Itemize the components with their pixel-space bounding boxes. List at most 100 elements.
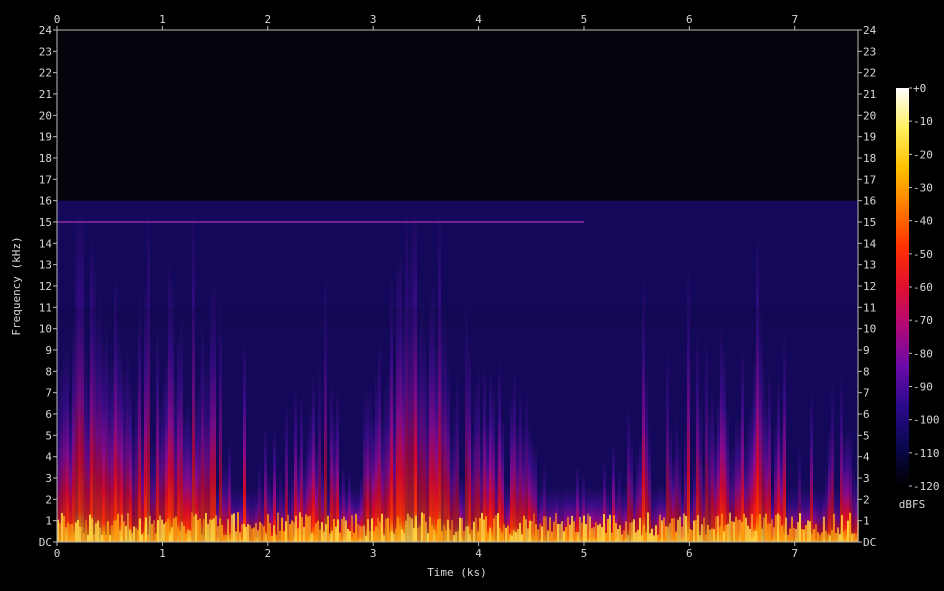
low-band-column [789, 528, 791, 542]
low-band-column [465, 526, 467, 542]
low-band-column [193, 516, 195, 542]
colorbar-tick-label: +0 [913, 82, 926, 95]
low-band-column [773, 527, 775, 542]
y-tick-label-left: 18 [39, 152, 52, 165]
y-tick-label-right: 23 [863, 45, 876, 58]
low-band-column [519, 522, 521, 542]
low-band-column [381, 513, 383, 542]
low-band-column [569, 524, 571, 542]
low-band-column [371, 518, 373, 542]
low-band-column [283, 531, 285, 542]
low-band-column [545, 516, 547, 542]
low-band-column [499, 527, 501, 542]
low-band-column [633, 519, 635, 542]
low-band-column [173, 518, 175, 542]
low-band-column [257, 530, 259, 542]
y-tick-label-left: 20 [39, 109, 52, 122]
low-band-column [67, 522, 69, 542]
low-band-column [591, 528, 593, 542]
low-band-column [613, 515, 615, 542]
y-tick-label-left: 5 [45, 429, 52, 442]
low-band-column [583, 515, 585, 542]
low-band-column [417, 528, 419, 542]
low-band-column [459, 517, 461, 542]
low-band-column [255, 523, 257, 542]
low-band-column [695, 519, 697, 542]
low-band-column [419, 525, 421, 542]
low-band-column [657, 534, 659, 542]
y-tick-label-left: 19 [39, 131, 52, 144]
low-band-column [231, 514, 233, 542]
low-band-column [235, 531, 237, 542]
y-tick-label-left: 15 [39, 216, 52, 229]
low-band-column [491, 534, 493, 542]
x-tick-label-top: 3 [370, 13, 377, 26]
low-band-column [849, 512, 851, 542]
low-band-column [247, 524, 249, 542]
low-band-column [189, 530, 191, 542]
low-band-column [301, 516, 303, 542]
low-band-column [803, 529, 805, 542]
low-band-column [225, 534, 227, 542]
low-band-column [649, 533, 651, 542]
low-band-column [595, 522, 597, 542]
low-band-column [623, 530, 625, 542]
low-band-column [237, 512, 239, 542]
low-band-column [719, 526, 721, 542]
low-band-column [485, 516, 487, 542]
low-band-column [427, 533, 429, 542]
low-band-column [503, 524, 505, 542]
low-band-column [643, 524, 645, 542]
low-band-column [839, 534, 841, 542]
low-band-column [531, 520, 533, 542]
low-band-column [253, 527, 255, 542]
low-band-column [445, 530, 447, 542]
low-band-column [177, 526, 179, 542]
y-tick-label-left: 16 [39, 195, 52, 208]
y-tick-label-left: 24 [39, 24, 53, 37]
low-band-column [799, 513, 801, 542]
low-band-column [145, 517, 147, 542]
low-band-column [129, 529, 131, 542]
low-band-column [795, 528, 797, 542]
low-band-column [273, 525, 275, 542]
low-band-column [105, 535, 107, 542]
low-band-column [323, 531, 325, 542]
low-band-column [63, 516, 65, 542]
low-band-column [375, 526, 377, 542]
x-tick-label-top: 7 [791, 13, 798, 26]
low-band-column [97, 520, 99, 542]
low-band-column [165, 521, 167, 542]
low-band-column [271, 535, 273, 542]
y-tick-label-left: 13 [39, 259, 52, 272]
low-band-column [265, 533, 267, 542]
low-band-column [847, 520, 849, 542]
low-band-column [329, 533, 331, 542]
energy-stripe [852, 468, 855, 542]
low-band-column [439, 518, 441, 542]
low-band-column [577, 532, 579, 542]
low-band-column [563, 531, 565, 542]
low-band-column [123, 521, 125, 542]
low-band-column [287, 514, 289, 542]
low-band-column [739, 519, 741, 542]
low-band-column [533, 513, 535, 542]
low-band-column [325, 524, 327, 542]
low-band-column [333, 519, 335, 542]
low-band-column [367, 518, 369, 542]
low-band-column [413, 528, 415, 542]
low-band-column [589, 516, 591, 542]
y-tick-label-right: 15 [863, 216, 876, 229]
low-band-column [69, 524, 71, 542]
energy-stripe [264, 427, 267, 542]
low-band-column [507, 525, 509, 542]
low-band-column [483, 519, 485, 542]
low-band-column [397, 516, 399, 542]
low-band-column [115, 520, 117, 542]
low-band-column [179, 530, 181, 542]
low-band-column [347, 528, 349, 542]
low-band-column [77, 519, 79, 542]
y-tick-label-right: 3 [863, 472, 870, 485]
low-band-column [617, 529, 619, 542]
colorbar-tick-label: -40 [913, 215, 933, 228]
